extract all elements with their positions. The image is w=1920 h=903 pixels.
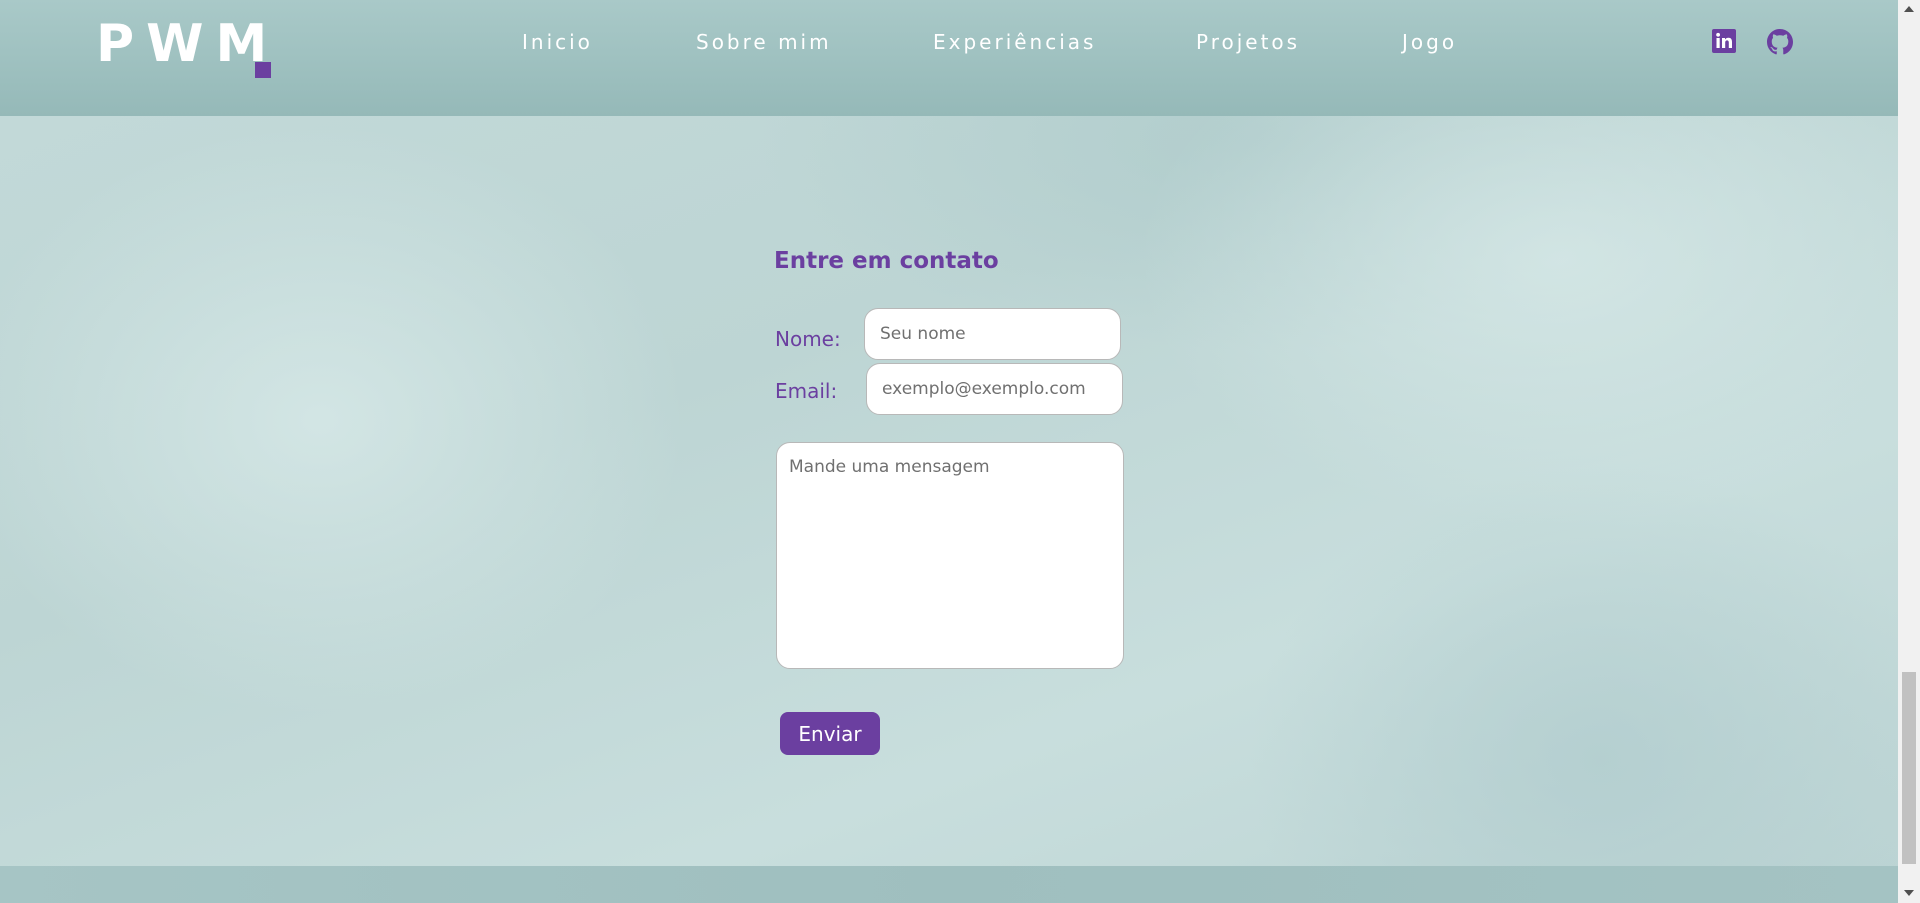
main-nav: Inicio Sobre mim Experiências Projetos J… <box>0 30 1898 60</box>
contact-title: Entre em contato <box>774 248 999 274</box>
email-input[interactable] <box>866 363 1123 415</box>
message-textarea[interactable] <box>776 442 1124 669</box>
site-header: PWM Inicio Sobre mim Experiências Projet… <box>0 0 1898 116</box>
submit-button[interactable]: Enviar <box>780 712 880 755</box>
github-icon[interactable] <box>1767 29 1795 57</box>
nav-link-experiencias[interactable]: Experiências <box>933 30 1096 54</box>
scroll-down-arrow-icon[interactable] <box>1904 890 1914 896</box>
logo-accent-square <box>255 62 271 78</box>
nav-link-inicio[interactable]: Inicio <box>522 30 593 54</box>
site-footer <box>0 866 1898 903</box>
nav-link-jogo[interactable]: Jogo <box>1402 30 1457 54</box>
nav-link-sobre-mim[interactable]: Sobre mim <box>696 30 832 54</box>
linkedin-icon[interactable] <box>1712 29 1740 57</box>
nav-link-projetos[interactable]: Projetos <box>1196 30 1300 54</box>
email-label: Email: <box>775 379 838 403</box>
scroll-up-arrow-icon[interactable] <box>1904 6 1914 12</box>
name-label: Nome: <box>775 327 841 351</box>
page-scrollbar[interactable] <box>1898 0 1920 903</box>
name-input[interactable] <box>864 308 1121 360</box>
scrollbar-thumb[interactable] <box>1902 672 1916 864</box>
